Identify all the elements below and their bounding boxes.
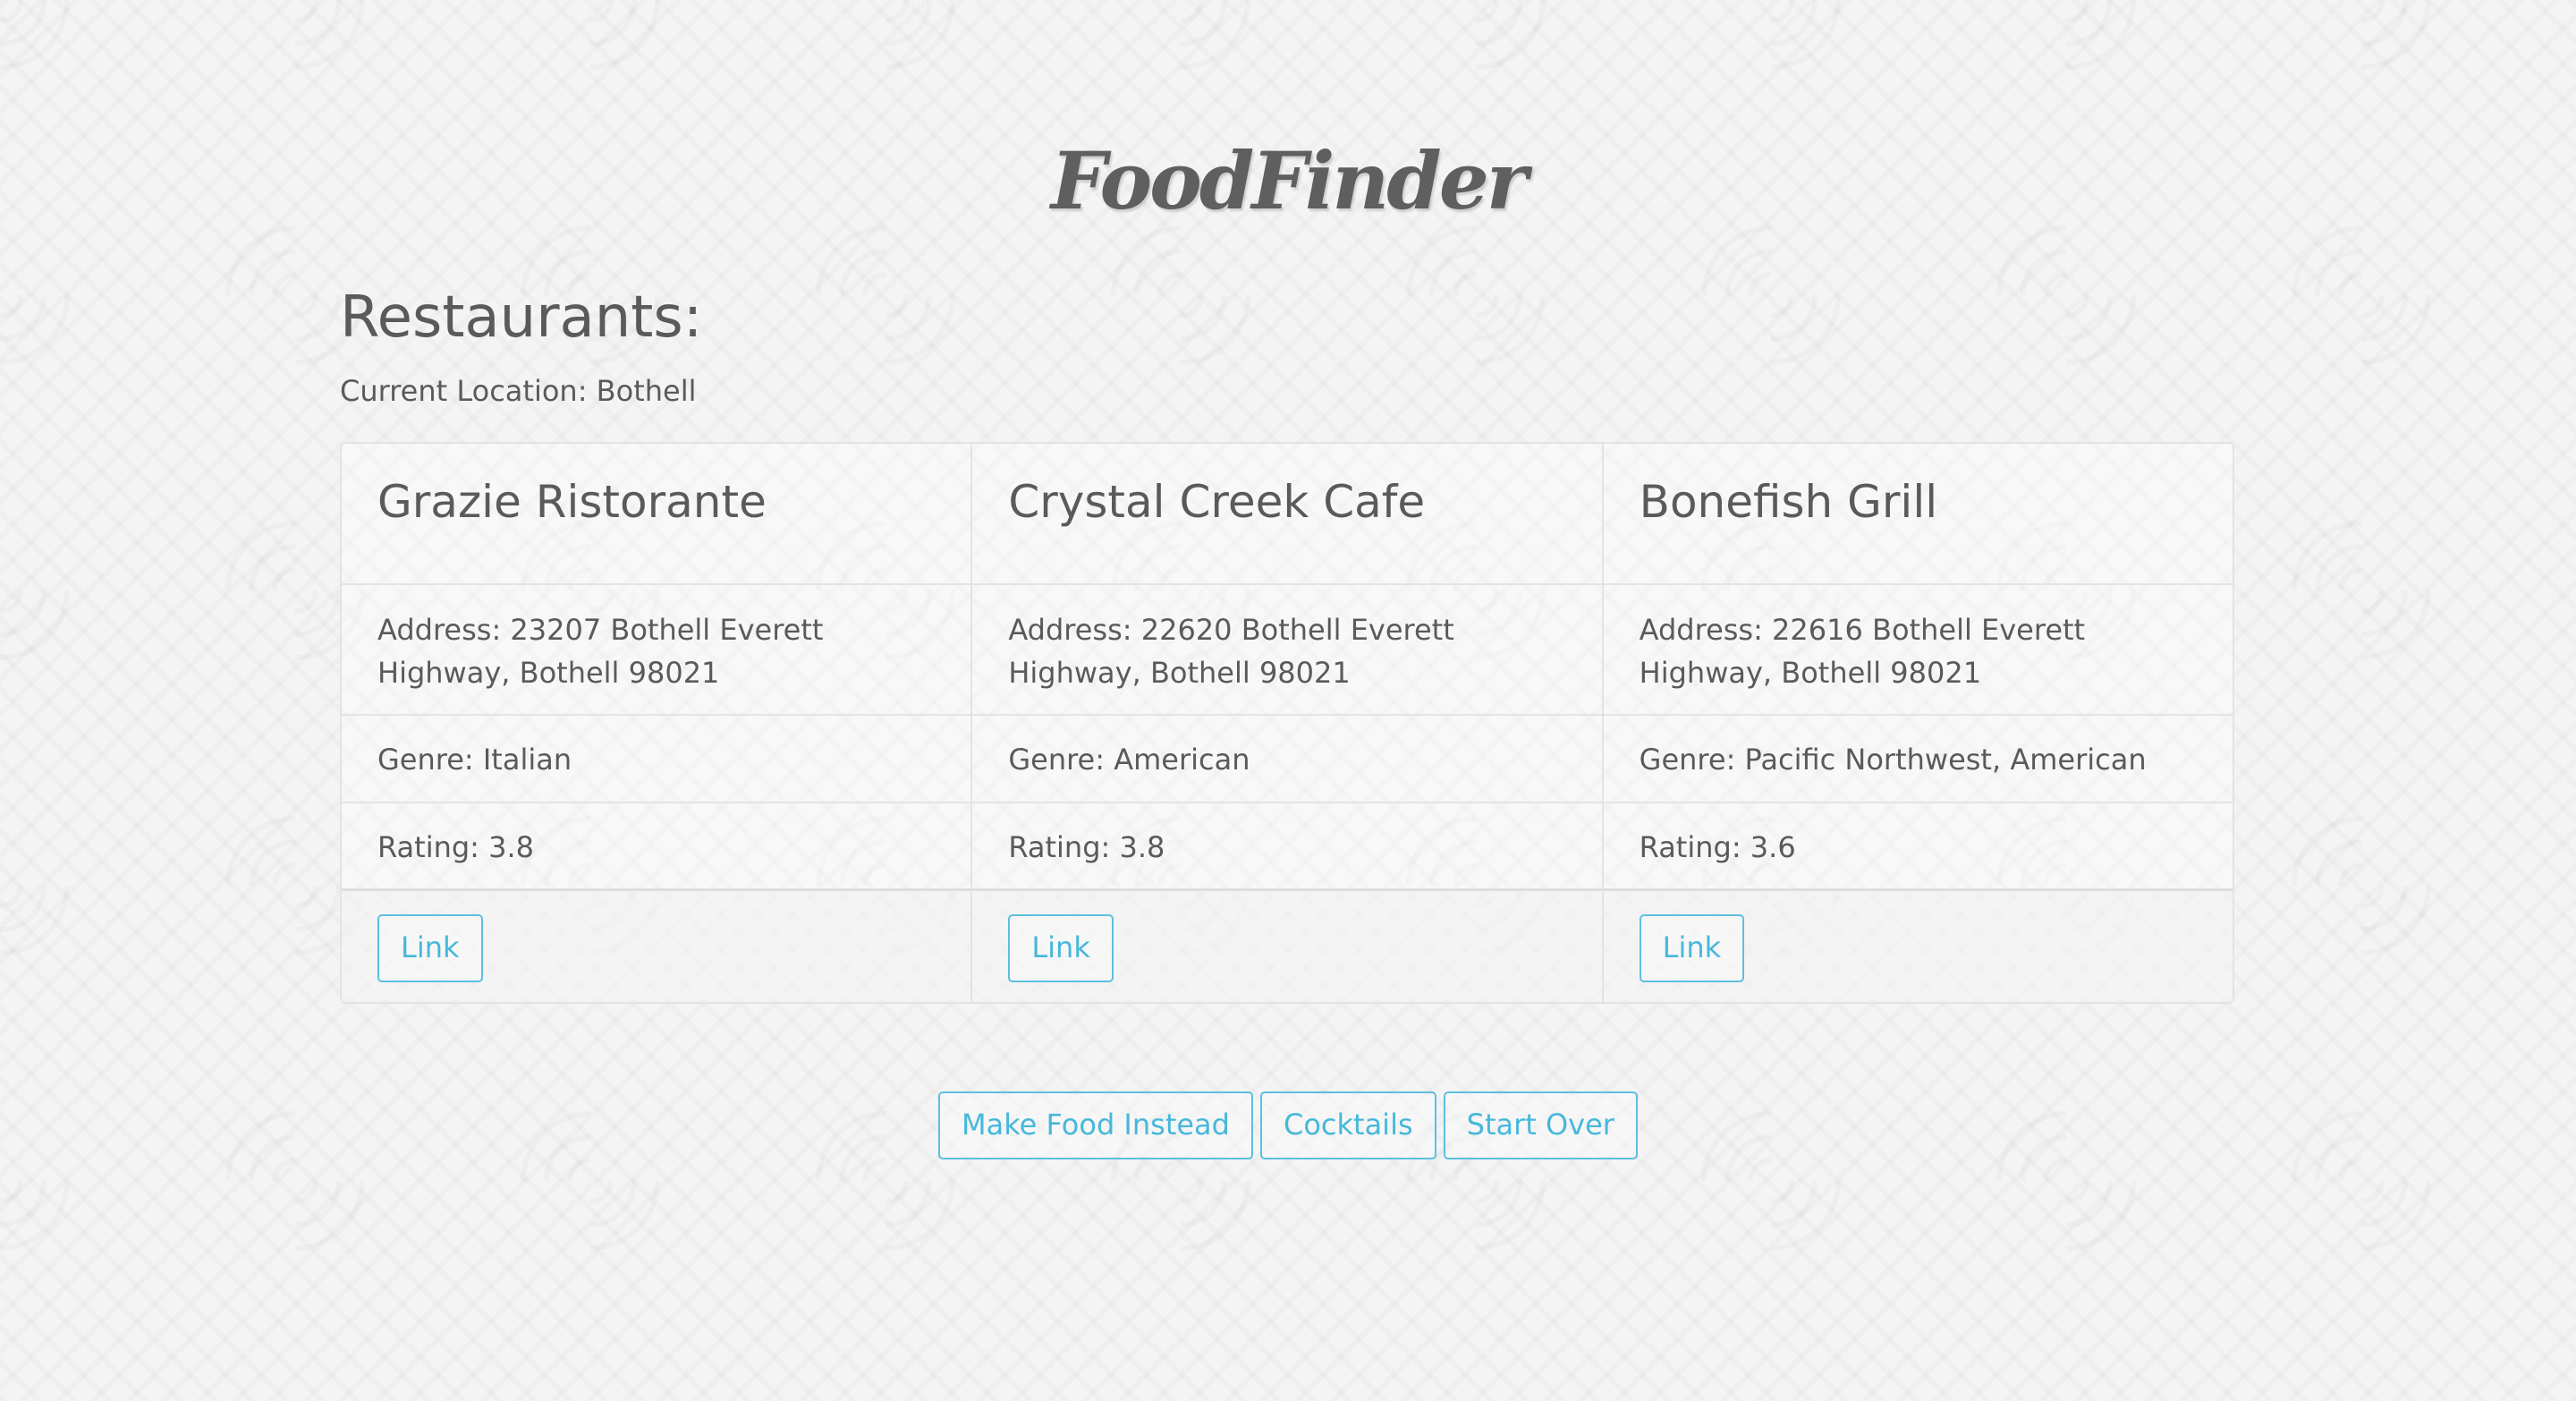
restaurant-card: Bonefish Grill Address: 22616 Bothell Ev… (1603, 444, 2233, 1002)
restaurant-link-button[interactable]: Link (1639, 914, 1745, 982)
restaurant-genre: Genre: Pacific Northwest, American (1603, 716, 2233, 803)
restaurant-address: Address: 23207 Bothell Everett Highway, … (342, 585, 971, 716)
restaurant-link-button[interactable]: Link (1008, 914, 1114, 982)
restaurant-name: Bonefish Grill (1603, 444, 2233, 585)
page-title: Restaurants: (340, 284, 703, 351)
restaurant-grid: Grazie Ristorante Address: 23207 Bothell… (340, 442, 2234, 1004)
restaurant-address: Address: 22620 Bothell Everett Highway, … (972, 585, 1602, 716)
restaurant-rating: Rating: 3.8 (972, 803, 1602, 891)
restaurant-card: Crystal Creek Cafe Address: 22620 Bothel… (972, 444, 1604, 1002)
app-logo: FoodFinder (1050, 134, 1528, 227)
action-buttons: Make Food Instead Cocktails Start Over (0, 1091, 2576, 1159)
restaurant-genre: Genre: Italian (342, 716, 971, 803)
make-food-instead-button[interactable]: Make Food Instead (938, 1091, 1253, 1159)
cocktails-button[interactable]: Cocktails (1259, 1091, 1436, 1159)
restaurant-name: Grazie Ristorante (342, 444, 971, 585)
restaurant-address: Address: 22616 Bothell Everett Highway, … (1603, 585, 2233, 716)
restaurant-name: Crystal Creek Cafe (972, 444, 1602, 585)
page: FoodFinder Restaurants: Current Location… (0, 0, 2576, 1401)
current-location: Current Location: Bothell (340, 374, 697, 408)
card-footer: Link (972, 891, 1602, 1002)
card-footer: Link (1603, 891, 2233, 1002)
restaurant-link-button[interactable]: Link (377, 914, 483, 982)
card-footer: Link (342, 891, 971, 1002)
restaurant-rating: Rating: 3.8 (342, 803, 971, 891)
restaurant-genre: Genre: American (972, 716, 1602, 803)
restaurant-card: Grazie Ristorante Address: 23207 Bothell… (342, 444, 973, 1002)
start-over-button[interactable]: Start Over (1443, 1091, 1638, 1159)
restaurant-rating: Rating: 3.6 (1603, 803, 2233, 891)
